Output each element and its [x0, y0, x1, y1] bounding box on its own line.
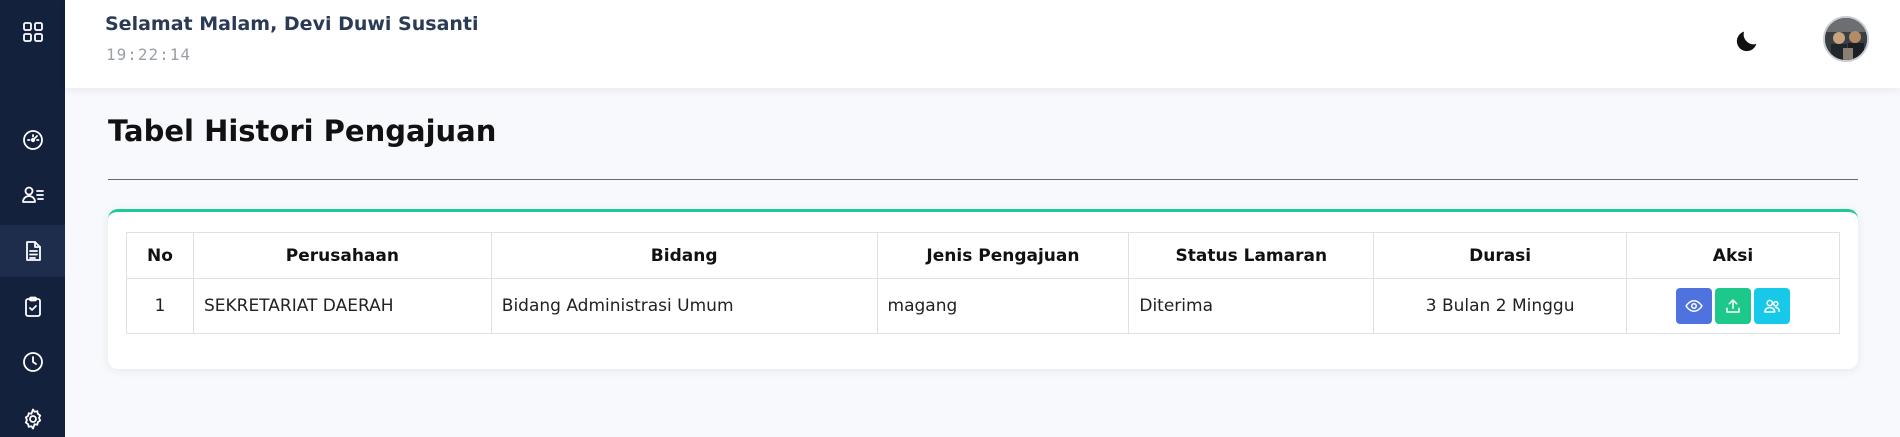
history-table: No Perusahaan Bidang Jenis Pengajuan Sta… — [126, 232, 1840, 334]
clock-time: 19:22:14 — [106, 45, 192, 64]
document-icon — [25, 241, 41, 261]
cell-no: 1 — [126, 278, 194, 334]
header-no: No — [126, 232, 194, 279]
row-actions — [1637, 288, 1829, 324]
user-avatar-icon — [1825, 18, 1867, 60]
cell-durasi: 3 Bulan 2 Minggu — [1373, 278, 1628, 334]
avatar[interactable] — [1823, 16, 1869, 62]
upload-icon — [1726, 299, 1740, 313]
moon-icon — [1736, 31, 1757, 52]
user-list-icon — [21, 186, 44, 203]
sidebar — [0, 0, 65, 437]
cell-status: Diterima — [1128, 278, 1375, 334]
clipboard-check-icon — [24, 296, 41, 317]
cell-bidang: Bidang Administrasi Umum — [490, 278, 878, 334]
cell-aksi — [1626, 278, 1840, 334]
cell-perusahaan: SEKRETARIAT DAERAH — [192, 278, 492, 334]
sidebar-item-dashboard[interactable] — [0, 114, 65, 166]
table-header-row: No Perusahaan Bidang Jenis Pengajuan Sta… — [126, 232, 1840, 279]
page-title: Tabel Histori Pengajuan — [108, 114, 497, 148]
sidebar-item-documents[interactable] — [0, 225, 65, 277]
header-status: Status Lamaran — [1128, 232, 1375, 279]
history-clock-icon — [22, 352, 43, 372]
eye-icon — [1685, 300, 1703, 312]
theme-toggle-button[interactable] — [1730, 24, 1764, 58]
dashboard-icon — [22, 130, 43, 150]
cell-jenis: magang — [876, 278, 1130, 334]
view-button[interactable] — [1676, 288, 1713, 324]
sidebar-item-history[interactable] — [0, 336, 65, 388]
header-perusahaan: Perusahaan — [192, 232, 492, 279]
sidebar-item-tasks[interactable] — [0, 281, 65, 333]
topbar: Selamat Malam, Devi Duwi Susanti 19:22:1… — [65, 0, 1900, 88]
divider — [108, 179, 1858, 180]
header-aksi: Aksi — [1626, 232, 1840, 279]
members-button[interactable] — [1754, 288, 1791, 324]
upload-button[interactable] — [1715, 288, 1752, 324]
sidebar-item-users[interactable] — [0, 169, 65, 221]
greeting-text: Selamat Malam, Devi Duwi Susanti — [105, 13, 479, 35]
header-jenis: Jenis Pengajuan — [876, 232, 1130, 279]
grid-menu-button[interactable] — [0, 6, 65, 58]
header-durasi: Durasi — [1373, 232, 1628, 279]
sidebar-item-settings[interactable] — [0, 393, 65, 437]
grid-menu-icon — [22, 22, 43, 42]
table-row: 1 SEKRETARIAT DAERAH Bidang Administrasi… — [126, 278, 1840, 334]
history-table-card: No Perusahaan Bidang Jenis Pengajuan Sta… — [108, 209, 1858, 369]
users-icon — [1764, 299, 1780, 313]
gear-icon — [24, 408, 41, 430]
header-bidang: Bidang — [490, 232, 878, 279]
